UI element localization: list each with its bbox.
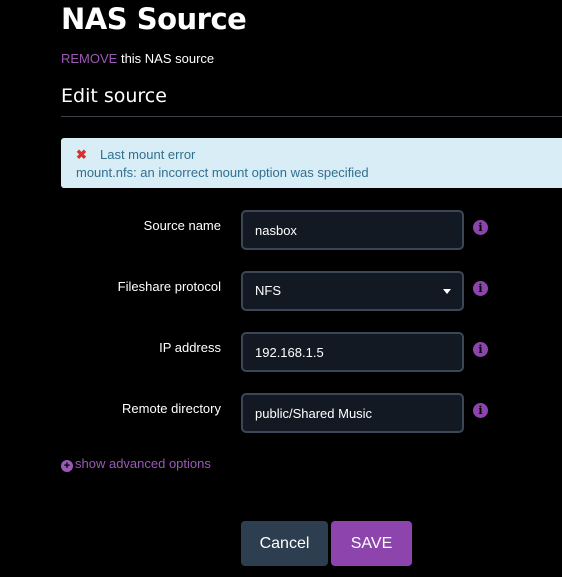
source-name-info-icon[interactable]: i xyxy=(473,220,488,235)
save-button[interactable]: SAVE xyxy=(331,521,412,566)
cancel-button[interactable]: Cancel xyxy=(241,521,328,566)
ip-address-input[interactable] xyxy=(241,332,464,372)
plus-circle-icon: + xyxy=(61,460,73,472)
ip-address-label: IP address xyxy=(159,340,221,355)
show-advanced-options-label: show advanced options xyxy=(75,456,211,471)
page-title: NAS Source xyxy=(61,2,247,36)
section-title: Edit source xyxy=(61,85,167,107)
remove-source-text: this NAS source xyxy=(117,51,215,66)
show-advanced-options-link[interactable]: + show advanced options xyxy=(61,456,211,472)
error-x-icon: ✖ xyxy=(76,147,87,162)
remote-directory-label: Remote directory xyxy=(122,401,221,416)
protocol-label: Fileshare protocol xyxy=(117,279,221,294)
source-name-label: Source name xyxy=(143,218,221,233)
source-name-input[interactable] xyxy=(241,210,464,250)
alert-heading: Last mount error xyxy=(100,147,196,162)
remote-directory-info-icon[interactable]: i xyxy=(473,403,488,418)
remove-source-link[interactable]: REMOVE xyxy=(61,51,117,66)
caret-down-icon xyxy=(443,289,451,294)
remove-source-line: REMOVE this NAS source xyxy=(61,51,214,66)
ip-address-info-icon[interactable]: i xyxy=(473,342,488,357)
protocol-selected-value: NFS xyxy=(255,283,281,298)
mount-error-alert: ✖ Last mount error mount.nfs: an incorrec… xyxy=(61,138,562,188)
protocol-select[interactable]: NFS xyxy=(241,271,464,311)
section-divider xyxy=(61,116,562,117)
remote-directory-input[interactable] xyxy=(241,393,464,433)
protocol-info-icon[interactable]: i xyxy=(473,281,488,296)
alert-message: mount.nfs: an incorrect mount option was… xyxy=(76,165,369,180)
